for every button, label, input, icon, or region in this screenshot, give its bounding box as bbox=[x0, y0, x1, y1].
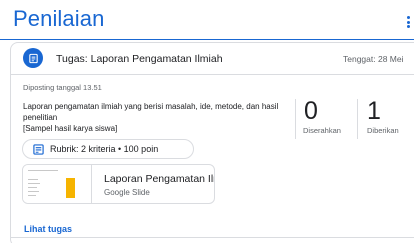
stats-divider bbox=[357, 99, 358, 139]
assigned-count[interactable]: 1 bbox=[367, 99, 381, 124]
rubric-label: Rubrik: 2 kriteria • 100 poin bbox=[50, 144, 159, 154]
google-slides-icon bbox=[66, 178, 75, 198]
submitted-label: Diserahkan bbox=[303, 126, 341, 135]
stats-divider bbox=[295, 99, 296, 139]
rubric-chip[interactable]: Rubrik: 2 kriteria • 100 poin bbox=[22, 139, 194, 159]
title-divider bbox=[0, 39, 414, 40]
more-vert-icon[interactable] bbox=[404, 14, 412, 30]
due-date: Tenggat: 28 Mei bbox=[343, 54, 404, 64]
description-line: Laporan pengamatan ilmiah yang berisi ma… bbox=[23, 102, 279, 122]
assignment-description: Laporan pengamatan ilmiah yang berisi ma… bbox=[23, 101, 303, 134]
rubric-icon bbox=[33, 143, 44, 155]
submitted-count[interactable]: 0 bbox=[304, 99, 318, 124]
footer-divider bbox=[11, 237, 414, 238]
view-assignment-link[interactable]: Lihat tugas bbox=[24, 224, 72, 234]
assignment-icon bbox=[23, 48, 43, 68]
assignment-title: Tugas: Laporan Pengamatan Ilmiah bbox=[56, 53, 223, 65]
assignment-header[interactable]: Tugas: Laporan Pengamatan Ilmiah Tenggat… bbox=[11, 43, 414, 75]
attachment-title: Laporan Pengamatan Ilmi... bbox=[104, 173, 214, 185]
assigned-label: Diberikan bbox=[367, 126, 399, 135]
description-line: [Sampel hasil karya siswa] bbox=[23, 124, 118, 133]
slide-thumbnail bbox=[23, 165, 92, 203]
page-title: Penilaian bbox=[13, 6, 105, 31]
attachment-type: Google Slide bbox=[104, 188, 150, 197]
assignment-card: Tugas: Laporan Pengamatan Ilmiah Tenggat… bbox=[10, 42, 414, 243]
posted-time: Diposting tanggal 13.51 bbox=[23, 83, 102, 92]
attachment-card[interactable]: Laporan Pengamatan Ilmi... Google Slide bbox=[22, 164, 215, 204]
